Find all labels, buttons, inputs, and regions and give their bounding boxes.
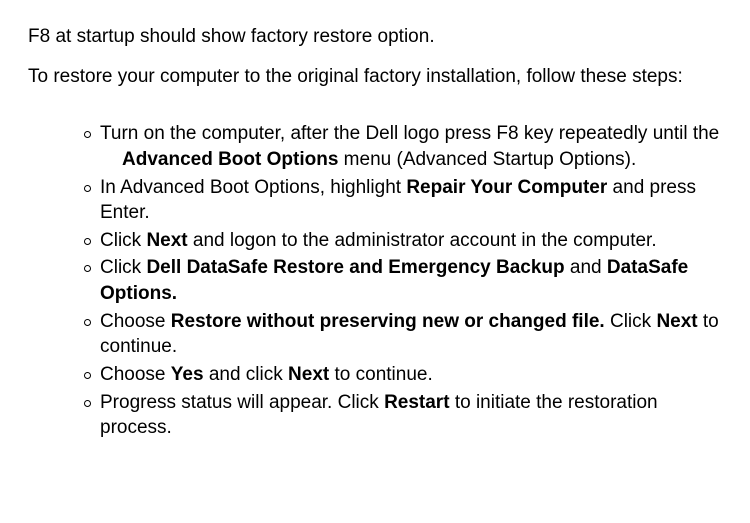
step-7: Progress status will appear. Click Resta… <box>88 390 722 441</box>
step-6-text-e: to continue. <box>329 364 433 385</box>
step-7-text-a: Progress status will appear. Click <box>100 392 384 413</box>
step-6-bold-2: Next <box>288 364 329 385</box>
step-6-bold-1: Yes <box>171 364 204 385</box>
step-4-bold-1: Dell DataSafe Restore and Emergency Back… <box>146 257 564 278</box>
step-2-text-a: In Advanced Boot Options, highlight <box>100 177 406 198</box>
step-5-text-c: Click <box>605 311 657 332</box>
step-1: Turn on the computer, after the Dell log… <box>88 121 722 172</box>
step-1-bold: Advanced Boot Options <box>122 149 338 170</box>
step-3-bold: Next <box>146 230 187 251</box>
step-2: In Advanced Boot Options, highlight Repa… <box>88 175 722 226</box>
step-1-text-a: Turn on the computer, after the Dell log… <box>100 123 719 144</box>
step-2-bold: Repair Your Computer <box>406 177 607 198</box>
step-4-text-c: and <box>565 257 607 278</box>
document-body: F8 at startup should show factory restor… <box>0 0 750 441</box>
step-6-text-a: Choose <box>100 364 171 385</box>
step-5-bold-2: Next <box>656 311 697 332</box>
step-4: Click Dell DataSafe Restore and Emergenc… <box>88 255 722 306</box>
step-6: Choose Yes and click Next to continue. <box>88 362 722 388</box>
step-1-text-b: menu (Advanced Startup Options). <box>338 149 636 170</box>
step-7-bold: Restart <box>384 392 449 413</box>
steps-list: Turn on the computer, after the Dell log… <box>28 121 722 441</box>
step-4-text-a: Click <box>100 257 146 278</box>
step-3-text-c: and logon to the administrator account i… <box>188 230 657 251</box>
intro-paragraph-1: F8 at startup should show factory restor… <box>28 24 722 50</box>
step-6-text-c: and click <box>204 364 288 385</box>
step-5-bold-1: Restore without preserving new or change… <box>171 311 605 332</box>
step-5-text-a: Choose <box>100 311 171 332</box>
step-3-text-a: Click <box>100 230 146 251</box>
intro-paragraph-2: To restore your computer to the original… <box>28 64 722 90</box>
step-5: Choose Restore without preserving new or… <box>88 309 722 360</box>
step-3: Click Next and logon to the administrato… <box>88 228 722 254</box>
